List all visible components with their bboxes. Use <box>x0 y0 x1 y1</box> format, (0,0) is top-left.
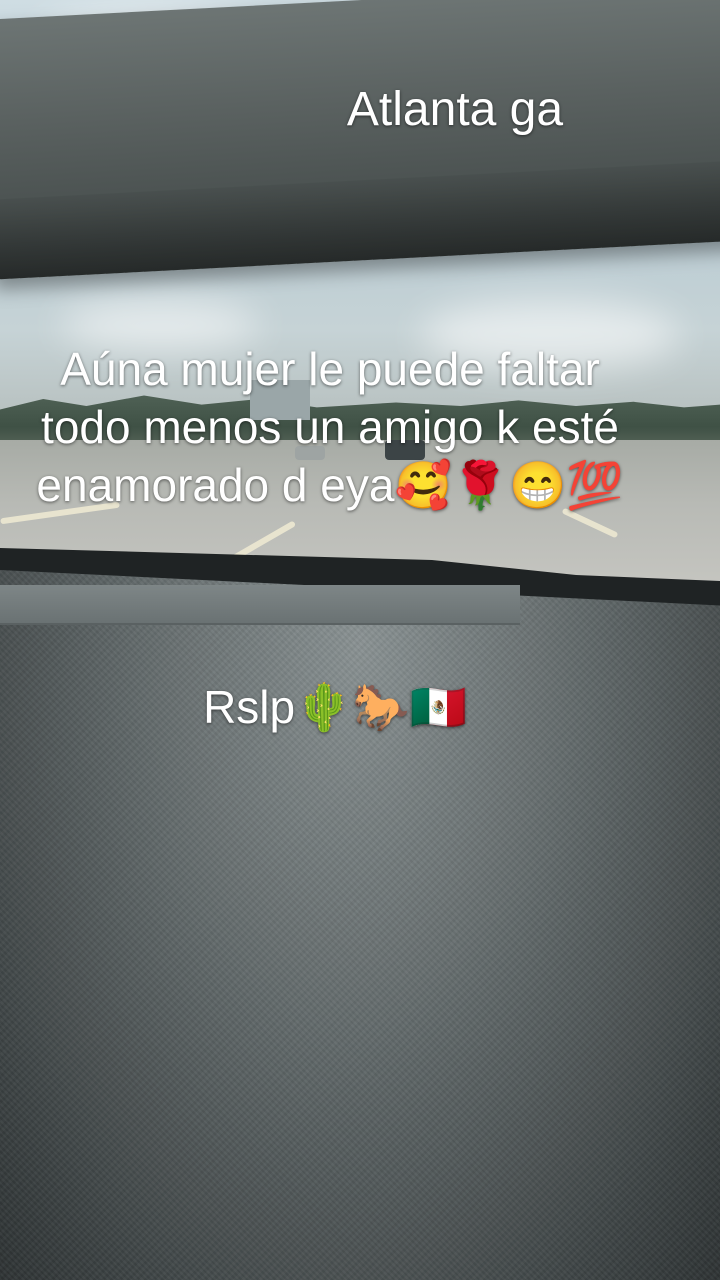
car-dashboard <box>0 570 720 1280</box>
windshield-visor-band <box>0 0 720 280</box>
dashboard-defrost-vent <box>0 585 520 625</box>
location-caption: Atlanta ga <box>346 83 564 136</box>
video-background <box>0 0 720 1280</box>
message-caption: Aúna mujer le puede faltar todo menos un… <box>36 343 624 511</box>
signature-caption: Rslp🌵🐎🇲🇽 <box>203 681 467 733</box>
